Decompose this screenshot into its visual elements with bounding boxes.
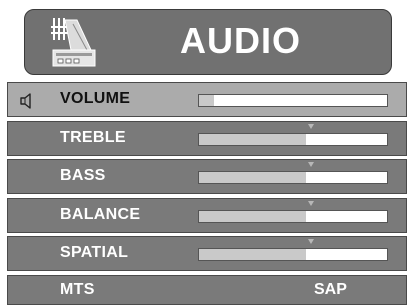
bass-label: BASS bbox=[60, 167, 106, 184]
menu-item-spatial[interactable]: SPATIAL bbox=[7, 236, 407, 271]
treble-center-marker bbox=[308, 124, 314, 129]
menu-item-mts[interactable]: MTS SAP bbox=[7, 275, 407, 305]
spatial-label: SPATIAL bbox=[60, 244, 129, 261]
balance-slider[interactable] bbox=[198, 201, 388, 223]
balance-label: BALANCE bbox=[60, 206, 141, 223]
volume-slider-fill bbox=[199, 95, 215, 106]
spatial-center-marker bbox=[308, 239, 314, 244]
menu-item-volume[interactable]: VOLUME bbox=[7, 82, 407, 117]
menu-item-balance[interactable]: BALANCE bbox=[7, 198, 407, 233]
volume-label: VOLUME bbox=[60, 90, 131, 107]
mts-label: MTS bbox=[60, 281, 95, 298]
audio-menu-header: AUDIO bbox=[24, 9, 392, 75]
spatial-slider-fill bbox=[199, 249, 307, 260]
balance-center-marker bbox=[308, 201, 314, 206]
treble-label: TREBLE bbox=[60, 129, 126, 146]
spatial-slider[interactable] bbox=[198, 239, 388, 261]
treble-slider[interactable] bbox=[198, 124, 388, 146]
bass-slider-fill bbox=[199, 172, 307, 183]
menu-item-bass[interactable]: BASS bbox=[7, 159, 407, 194]
speaker-icon bbox=[20, 93, 31, 109]
balance-slider-fill bbox=[199, 211, 307, 222]
treble-slider-fill bbox=[199, 134, 307, 145]
page-title: AUDIO bbox=[180, 20, 301, 61]
menu-item-treble[interactable]: TREBLE bbox=[7, 121, 407, 156]
bass-center-marker bbox=[308, 162, 314, 167]
volume-slider[interactable] bbox=[198, 94, 388, 107]
bass-slider[interactable] bbox=[198, 162, 388, 184]
mts-value: SAP bbox=[314, 281, 347, 298]
gramophone-icon bbox=[51, 18, 96, 67]
